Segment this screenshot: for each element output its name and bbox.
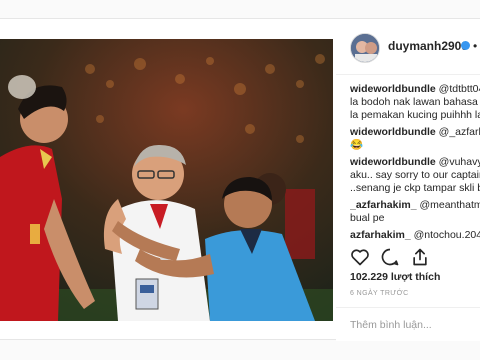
post-photo[interactable] — [0, 39, 333, 321]
instagram-post: duymanh2909 • T wideworldbundle @tdtbtt0… — [0, 18, 480, 341]
comment-mention[interactable]: @vuhavy_ — [439, 156, 480, 168]
comment-text: 😂 — [350, 139, 364, 151]
comment: _azfarhakim_ @meanthatme bual pe — [350, 199, 480, 225]
avatar[interactable] — [350, 33, 380, 63]
comment-text: la bodoh nak lawan bahasa k — [350, 96, 480, 108]
post-header: duymanh2909 • T — [336, 19, 480, 75]
follow-link[interactable]: • T — [473, 39, 480, 53]
comment-mention[interactable]: @tdtbtt04 — [439, 83, 480, 95]
action-bar — [350, 247, 470, 267]
comment-username[interactable]: _azfarhakim_ — [350, 199, 417, 211]
comment-username[interactable]: azfarhakim_ — [350, 229, 411, 241]
comment-text: aku.. say sorry to our captain — [350, 169, 480, 181]
comment-text: ..senang je ckp tampar skli br — [350, 182, 480, 194]
comment-mention[interactable]: @meanthatme — [419, 199, 480, 211]
comment-icon[interactable] — [380, 247, 400, 267]
comment-mention[interactable]: @ntochou.204 — [414, 229, 480, 241]
verified-badge-icon — [461, 41, 470, 50]
comment-username[interactable]: wideworldbundle — [350, 126, 436, 138]
share-icon[interactable] — [410, 247, 430, 267]
post-username[interactable]: duymanh2909 — [388, 39, 468, 53]
comment-username[interactable]: wideworldbundle — [350, 156, 436, 168]
comment: wideworldbundle @vuhavy_ aku.. say sorry… — [350, 156, 480, 195]
photo-illustration — [0, 39, 333, 321]
likes-count[interactable]: 102.229 lượt thích — [350, 271, 440, 283]
comment-mention[interactable]: @_azfarha — [439, 126, 480, 138]
heart-icon[interactable] — [350, 247, 370, 267]
add-comment-placeholder[interactable]: Thêm bình luận... — [350, 319, 432, 331]
comment: wideworldbundle @tdtbtt04 la bodoh nak l… — [350, 83, 480, 122]
comments-list: wideworldbundle @tdtbtt04 la bodoh nak l… — [350, 83, 480, 247]
avatar-image — [351, 34, 379, 62]
post-sidebar: duymanh2909 • T wideworldbundle @tdtbtt0… — [336, 19, 480, 341]
comment-text: bual pe — [350, 212, 385, 224]
comment-text: la pemakan kucing puihhh la — [350, 109, 480, 121]
add-comment-field[interactable]: Thêm bình luận... — [336, 307, 480, 341]
comment-username[interactable]: wideworldbundle — [350, 83, 436, 95]
comment: wideworldbundle @_azfarha 😂 — [350, 126, 480, 152]
comment: azfarhakim_ @ntochou.204 — [350, 229, 480, 242]
post-timestamp: 6 NGÀY TRƯỚC — [350, 290, 409, 297]
